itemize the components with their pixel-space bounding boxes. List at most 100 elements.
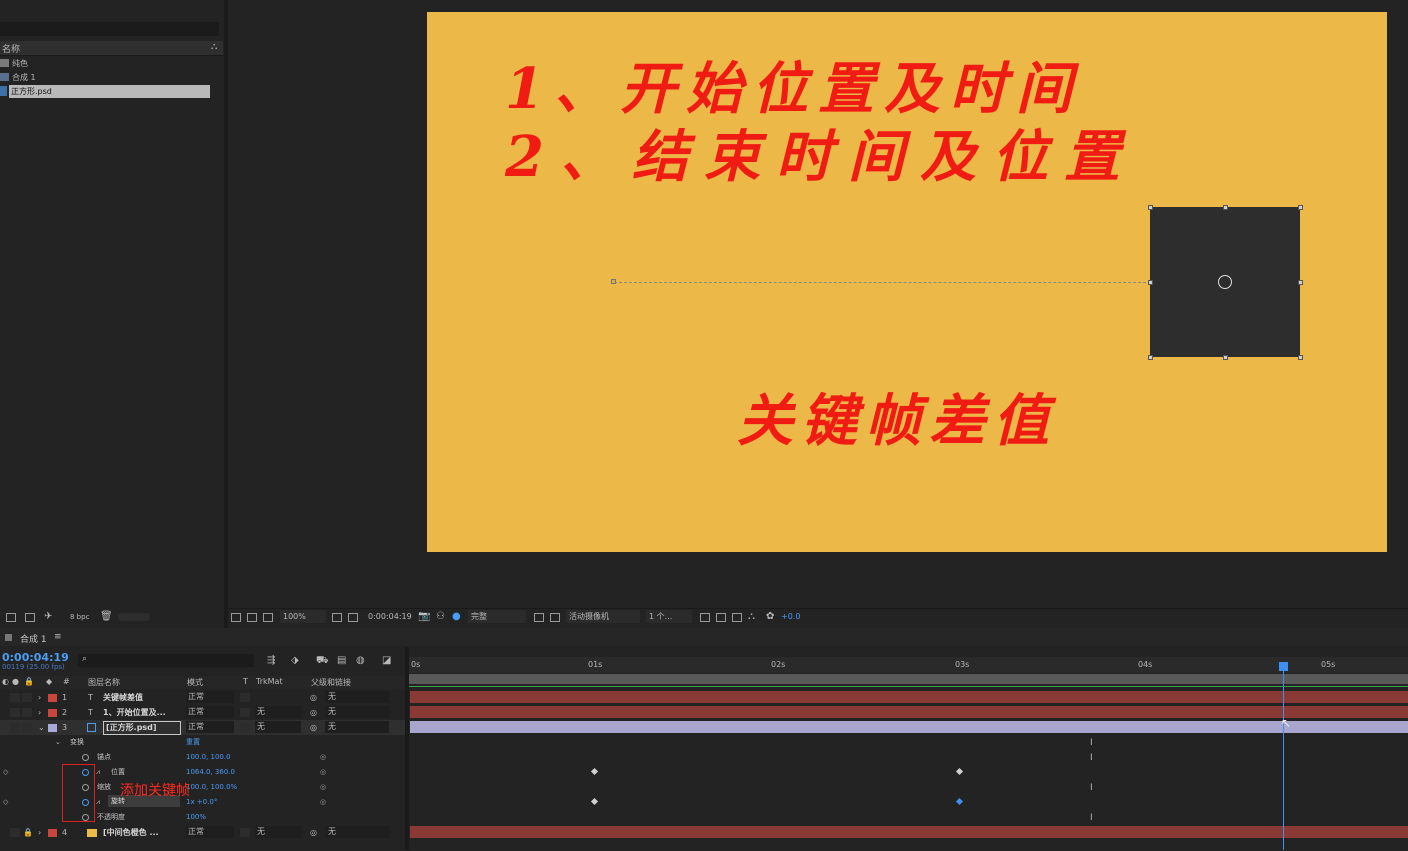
reset-exposure-icon[interactable]: ✿ <box>766 611 774 622</box>
flowchart-icon[interactable]: ⛬ <box>748 611 755 622</box>
motion-path-start-keyframe[interactable] <box>611 279 616 284</box>
tab-composition[interactable]: 合成 1 <box>20 632 47 645</box>
transform-handle[interactable] <box>1223 205 1228 210</box>
work-area-end-marker[interactable]: I <box>1090 738 1093 748</box>
expand-arrow-icon[interactable]: › <box>38 690 41 705</box>
motion-path[interactable] <box>614 282 1226 283</box>
render-queue-icon[interactable]: ✈ <box>44 611 52 622</box>
safe-zones-icon[interactable] <box>332 613 342 622</box>
transform-handle[interactable] <box>1223 355 1228 360</box>
new-composition-icon[interactable] <box>25 613 35 622</box>
pick-whip-icon[interactable]: ◎ <box>320 750 326 765</box>
camera-select[interactable]: 活动摄像机 <box>566 610 640 623</box>
project-item[interactable]: 纯色 <box>0 57 212 70</box>
shy-layers-icon[interactable]: ⛟ <box>316 655 329 668</box>
label-color[interactable] <box>48 694 57 702</box>
audio-switch-icon[interactable]: ● <box>12 677 19 686</box>
visibility-toggle[interactable] <box>10 693 20 702</box>
preserve-transparency-toggle[interactable] <box>240 693 250 702</box>
work-area-end-marker[interactable]: I <box>1090 783 1093 793</box>
display-icon[interactable] <box>247 613 257 622</box>
exposure-value[interactable]: +0.0 <box>781 612 800 621</box>
vr-icon[interactable] <box>263 613 273 622</box>
views-select[interactable]: 1 个... <box>646 610 692 623</box>
preserve-transparency-toggle[interactable] <box>240 708 250 717</box>
track-matte-select[interactable]: 无 <box>255 706 301 718</box>
property-row[interactable]: ◇ ⩘ 1x +0.0° ◎ <box>0 795 405 810</box>
visibility-toggle[interactable] <box>10 723 20 732</box>
project-item[interactable]: 合成 1 <box>0 71 212 84</box>
playhead-handle[interactable] <box>1279 662 1288 671</box>
parent-select[interactable]: 无 <box>325 826 389 838</box>
property-row[interactable]: ◇ ⩘ 位置 1064.0, 360.0 ◎ <box>0 765 405 780</box>
layer-row[interactable]: › 1 T 关键帧差值 正常 ◎ 无 <box>0 690 405 705</box>
preserve-transparency-toggle[interactable] <box>240 723 250 732</box>
work-area-bar[interactable] <box>409 674 1408 684</box>
track-matte-select[interactable]: 无 <box>255 721 301 733</box>
reset-link[interactable]: 重置 <box>186 735 200 750</box>
graph-icon[interactable]: ⩘ <box>96 765 100 780</box>
pick-whip-icon[interactable]: ◎ <box>310 690 317 705</box>
expand-arrow-icon[interactable]: › <box>38 705 41 720</box>
mask-visibility-icon[interactable] <box>348 613 358 622</box>
show-snapshot-icon[interactable]: ⚇ <box>436 611 445 622</box>
project-column-header[interactable]: 名称 ⛬ <box>0 41 223 56</box>
transform-handle[interactable] <box>1298 205 1303 210</box>
comp-button-icon[interactable]: ⇶ <box>267 655 275 666</box>
fast-previews-icon[interactable] <box>700 613 710 622</box>
pick-whip-icon[interactable]: ◎ <box>310 720 317 735</box>
video-switch-icon[interactable]: ◐ <box>2 677 9 686</box>
blend-mode-select[interactable]: 正常 <box>186 706 234 718</box>
stopwatch-icon[interactable] <box>82 754 89 761</box>
transform-handle[interactable] <box>1298 355 1303 360</box>
pick-whip-icon[interactable]: ◎ <box>320 795 326 810</box>
property-value[interactable]: 1064.0, 360.0 <box>186 765 235 780</box>
work-area-end-marker[interactable]: I <box>1090 753 1093 763</box>
keyframe-navigator-icon[interactable]: ◇ <box>3 795 8 810</box>
layer-name[interactable]: 关键帧差值 <box>103 690 143 705</box>
property-row[interactable]: 缩放 100.0, 100.0% ◎ <box>0 780 405 795</box>
anchor-point-icon[interactable] <box>1218 275 1232 289</box>
layer-bar[interactable] <box>410 706 1408 718</box>
solo-toggle[interactable] <box>22 693 32 702</box>
graph-icon[interactable]: ⩘ <box>96 795 100 810</box>
lock-icon[interactable]: 🔒 <box>23 825 33 840</box>
layer-bar[interactable] <box>410 826 1408 838</box>
layer-name[interactable]: 1、开始位置及... <box>103 705 166 720</box>
work-area-end-marker[interactable]: I <box>1090 813 1093 823</box>
label-icon[interactable]: ◆ <box>46 677 52 686</box>
solo-toggle[interactable] <box>22 708 32 717</box>
composition-canvas[interactable]: 1、开始位置及时间 2、结束时间及位置 关键帧差值 <box>427 12 1387 552</box>
keyframe-navigator-icon[interactable]: ◇ <box>3 765 8 780</box>
blend-mode-select[interactable]: 正常 <box>186 691 234 703</box>
zoom-select[interactable]: 100% <box>280 610 326 623</box>
draft-3d-icon[interactable]: ⬗ <box>291 655 299 666</box>
transform-handle[interactable] <box>1148 205 1153 210</box>
visibility-toggle[interactable] <box>10 708 20 717</box>
region-of-interest-icon[interactable] <box>534 613 544 622</box>
layer-row[interactable]: › 2 T 1、开始位置及... 正常 无 ◎ 无 <box>0 705 405 720</box>
collapse-arrow-icon[interactable]: ⌄ <box>55 735 61 750</box>
layer-name[interactable]: [中间色橙色 ... <box>103 825 159 840</box>
pick-whip-icon[interactable]: ◎ <box>310 705 317 720</box>
pick-whip-icon[interactable]: ◎ <box>320 765 326 780</box>
column-layer-name[interactable]: 图层名称 <box>88 677 120 688</box>
thumbnail-slider[interactable] <box>118 613 150 621</box>
new-folder-icon[interactable] <box>6 613 16 622</box>
hierarchy-icon[interactable]: ⛬ <box>211 42 217 52</box>
column-parent[interactable]: 父级和链接 <box>311 677 351 688</box>
timeline-icon[interactable] <box>716 613 726 622</box>
layer-name-input[interactable]: [正方形.psd] <box>103 721 181 735</box>
parent-select[interactable]: 无 <box>325 721 389 733</box>
bpc-label[interactable]: 8 bpc <box>70 613 89 621</box>
channel-icon[interactable]: ● <box>452 611 461 622</box>
camera-snapshot-icon[interactable]: 📷 <box>418 611 430 622</box>
expand-arrow-icon[interactable]: › <box>38 825 41 840</box>
visibility-toggle[interactable] <box>10 828 20 837</box>
frame-blending-icon[interactable]: ▤ <box>337 655 346 666</box>
transform-handle[interactable] <box>1148 280 1153 285</box>
resolution-select[interactable]: 完整 <box>468 610 526 623</box>
always-preview-icon[interactable] <box>231 613 241 622</box>
close-tab-icon[interactable] <box>5 634 12 641</box>
transform-handle[interactable] <box>1298 280 1303 285</box>
